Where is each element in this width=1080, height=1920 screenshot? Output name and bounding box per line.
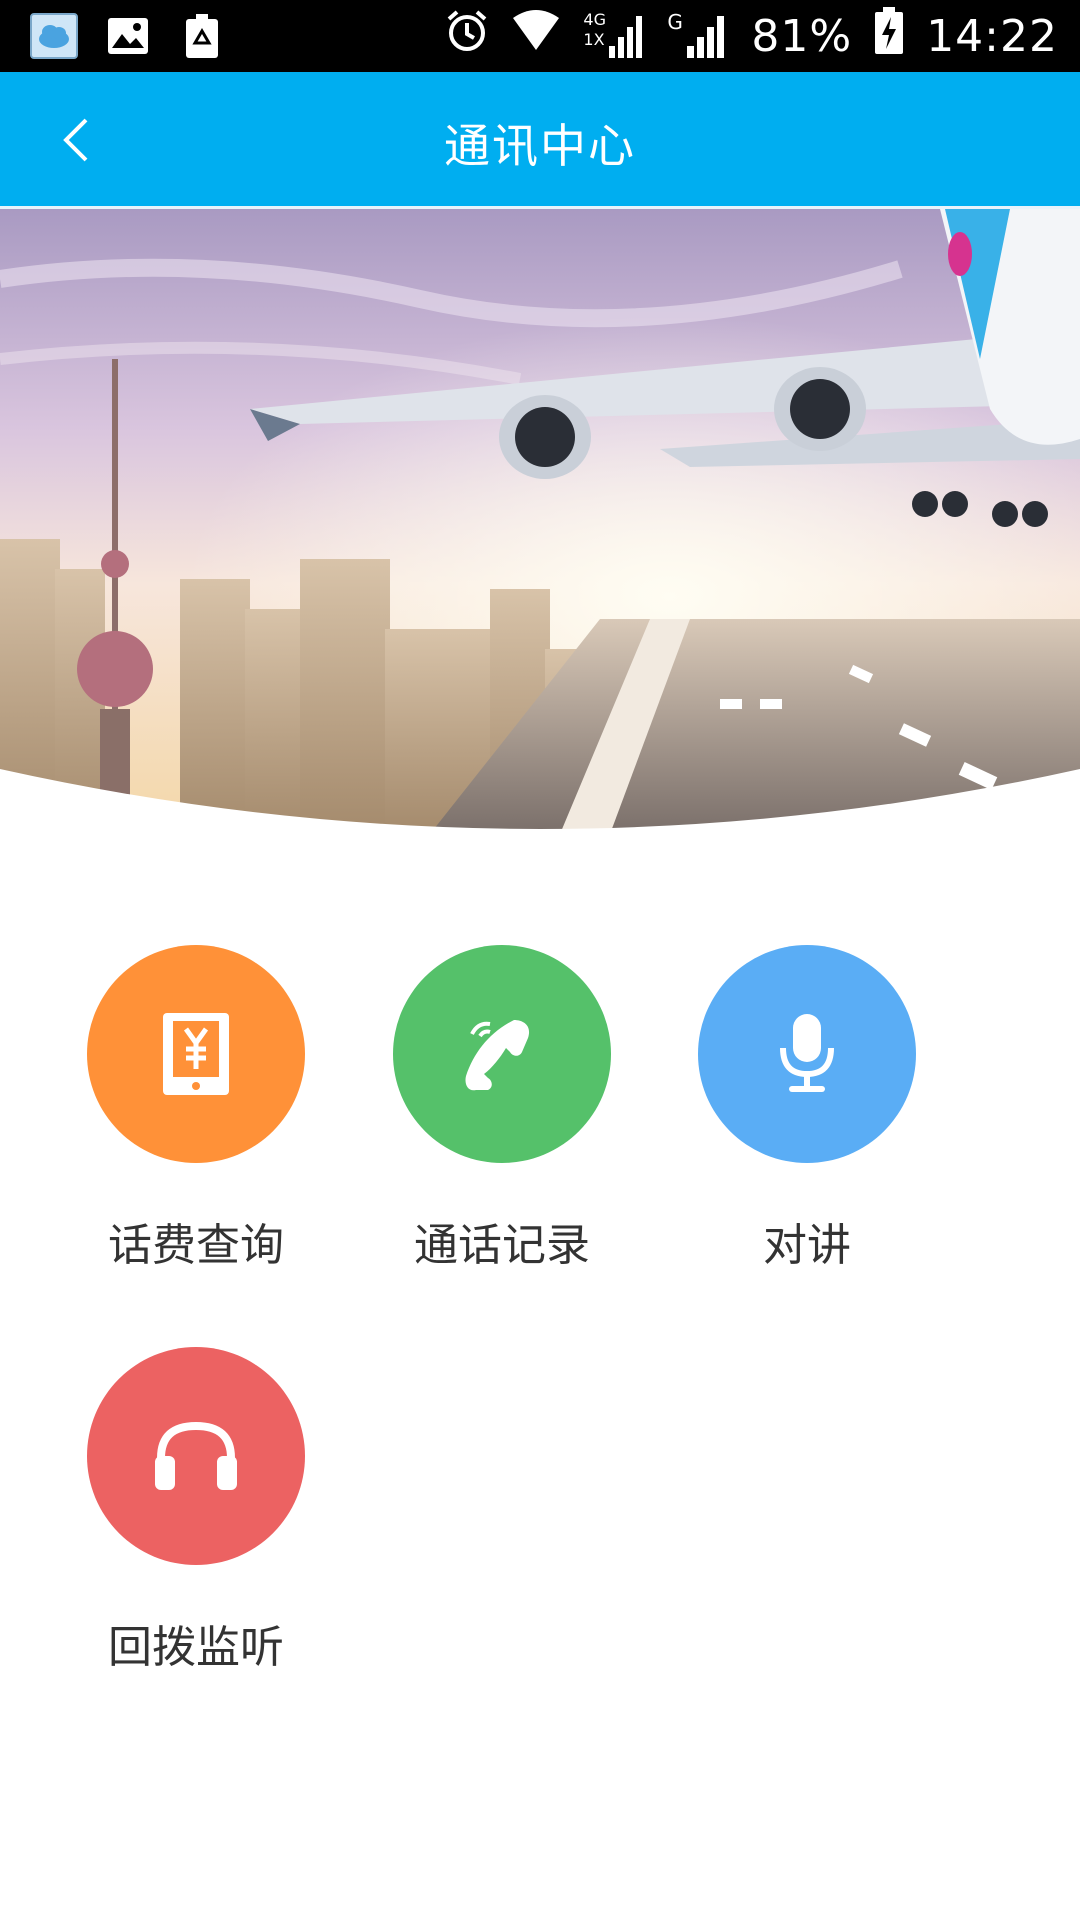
cloud-app-icon [28,10,80,62]
battery-percent: 81% [751,10,853,62]
microphone-icon [698,945,916,1163]
battery-charging-icon [874,6,904,66]
headphones-icon [87,1347,305,1565]
recycle-battery-icon [176,10,228,62]
alarm-icon [445,9,489,64]
menu-item-callback-monitor[interactable]: 回拨监听 [46,1347,346,1675]
menu-label: 对讲 [763,1220,851,1271]
banner-image [0,209,1080,834]
app-header: 通讯中心 [0,72,1080,209]
menu-label: 回拨监听 [108,1622,284,1673]
status-bar: 4G 1X G 81% 14:22 [0,0,1080,72]
clock: 14:22 [926,10,1058,62]
menu-label: 话费查询 [108,1220,284,1271]
signal-g-icon: G [667,10,729,62]
menu-item-call-log[interactable]: 通话记录 [352,945,652,1273]
phone-icon [393,945,611,1163]
image-icon [102,10,154,62]
menu-item-intercom[interactable]: 对讲 [657,945,957,1273]
page-title: 通讯中心 [444,119,636,173]
menu-item-bill-inquiry[interactable]: 话费查询 [46,945,346,1273]
signal-4g-icon: 4G 1X [583,10,645,62]
bill-icon [87,945,305,1163]
wifi-icon [511,9,561,63]
menu-label: 通话记录 [414,1220,590,1271]
